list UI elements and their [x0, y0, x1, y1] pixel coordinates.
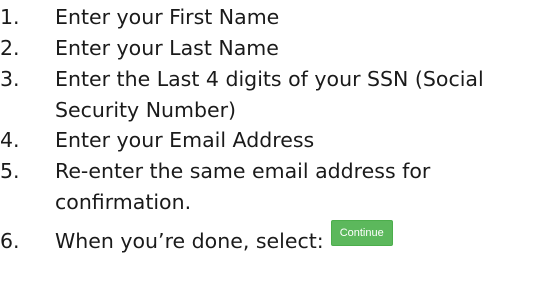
step-text-line: Enter the Last 4 digits of your SSN (Soc… — [55, 67, 484, 91]
step-text: Enter your Last Name — [55, 33, 546, 64]
step-text: When you’re done, select: Continue — [55, 220, 546, 257]
step-number: 2. — [0, 36, 20, 60]
step-text-line: Security Number) — [55, 97, 237, 122]
step-text: Enter your First Name — [55, 2, 546, 33]
step-6-label: When you’re done, select: — [55, 229, 324, 253]
step-number: 6. — [0, 229, 20, 253]
step-text: Re-enter the same email address for conf… — [55, 156, 546, 217]
step-number: 1. — [0, 5, 20, 29]
step-text-line: When you’re done, select: Continue — [55, 220, 546, 257]
step-text-line: Re-enter the same email address for — [55, 159, 431, 183]
step-text-line: confirmation. — [55, 189, 192, 214]
step-number: 5. — [0, 159, 20, 183]
step-number: 3. — [0, 67, 20, 91]
step-text-line: Enter your Email Address — [55, 128, 315, 152]
step-text: Enter your Email Address — [55, 125, 546, 156]
step-text: Enter the Last 4 digits of your SSN (Soc… — [55, 64, 546, 125]
step-text-line: Enter your Last Name — [55, 36, 279, 60]
step-text-line: Enter your First Name — [55, 5, 280, 29]
continue-button[interactable]: Continue — [330, 220, 393, 246]
step-number: 4. — [0, 128, 20, 152]
